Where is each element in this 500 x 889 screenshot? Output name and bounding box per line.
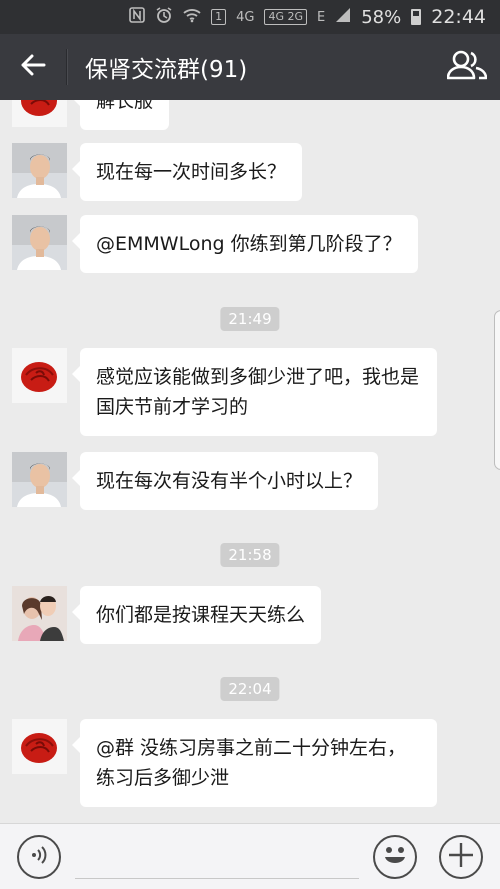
message-row: @群 没练习房事之前二十分钟左右，练习后多御少泄 — [12, 719, 437, 807]
battery-percent: 58% — [361, 6, 402, 28]
group-members-button[interactable] — [434, 34, 500, 100]
message-bubble[interactable]: 现在每一次时间多长？ — [71, 143, 303, 201]
nfc-icon — [129, 7, 145, 27]
message-text: 现在每次有没有半个小时以上？ — [96, 470, 363, 492]
message-text: 你们都是按课程天天练么 — [96, 604, 306, 626]
group-members-icon — [446, 50, 488, 84]
notification-1-icon: 1 — [211, 9, 227, 25]
message-row: 你们都是按课程天天练么 — [12, 586, 322, 644]
message-text: @EMMWLong 你练到第几阶段了？ — [96, 233, 402, 255]
input-bar — [0, 823, 500, 889]
header-divider — [66, 49, 67, 85]
scroll-handle[interactable] — [494, 310, 500, 470]
voice-icon — [28, 844, 50, 870]
message-text: @群 没练习房事之前二十分钟左右，练习后多御少泄 — [96, 737, 407, 789]
message-bubble[interactable]: @群 没练习房事之前二十分钟左右，练习后多御少泄 — [72, 719, 437, 807]
emoji-button[interactable] — [373, 834, 417, 879]
message-row: 感觉应该能做到多御少泄了吧，我也是国庆节前才学习的 — [12, 348, 437, 436]
message-text: 感觉应该能做到多御少泄了吧，我也是国庆节前才学习的 — [96, 366, 420, 418]
battery-icon — [411, 9, 422, 25]
4g-icon: 4G — [236, 9, 255, 25]
message-bubble[interactable]: @EMMWLong 你练到第几阶段了？ — [72, 215, 418, 273]
arrow-left-icon — [20, 54, 46, 80]
message-bubble[interactable]: 现在每次有没有半个小时以上？ — [71, 452, 379, 510]
plus-button[interactable] — [439, 834, 483, 879]
message-text: 解长服 — [96, 100, 154, 112]
page-title: 保肾交流群(91) — [85, 57, 248, 83]
message-row: @EMMWLong 你练到第几阶段了？ — [12, 215, 418, 273]
message-input[interactable] — [75, 834, 359, 879]
timestamp-label: 21:58 — [220, 543, 280, 567]
message-bubble[interactable]: 解长服 — [71, 100, 170, 130]
message-row: 现在每一次时间多长？ — [12, 143, 303, 201]
young-man-avatar[interactable] — [12, 452, 67, 507]
rose-avatar[interactable] — [12, 348, 67, 403]
voice-button[interactable] — [17, 834, 61, 879]
e-icon: E — [317, 9, 326, 25]
rose-avatar[interactable] — [12, 100, 67, 127]
4g-2g-icon: 4G 2G — [264, 9, 307, 25]
rose-avatar[interactable] — [12, 719, 67, 774]
message-row: 现在每次有没有半个小时以上？ — [12, 452, 379, 510]
wifi-icon — [183, 7, 201, 27]
message-bubble[interactable]: 感觉应该能做到多御少泄了吧，我也是国庆节前才学习的 — [72, 348, 437, 436]
back-button[interactable] — [0, 34, 66, 100]
timestamp-label: 21:49 — [220, 307, 280, 331]
app-bar: 保肾交流群(91) — [0, 34, 500, 100]
emoji-icon — [375, 835, 415, 879]
status-bar: 1 4G 4G 2G E 58% 22:44 — [0, 0, 500, 34]
chat-area[interactable]: 解长服 现在每一次时间多长？ @EMMWLong 你练到第几阶段了？ 21:49… — [0, 100, 500, 823]
couple-avatar[interactable] — [12, 586, 67, 641]
young-man-avatar[interactable] — [12, 215, 67, 270]
message-row: 解长服 — [12, 100, 170, 130]
message-text: 现在每一次时间多长？ — [96, 161, 287, 183]
plus-icon — [448, 842, 474, 872]
alarm-icon — [155, 6, 173, 28]
message-bubble[interactable]: 你们都是按课程天天练么 — [71, 586, 322, 644]
young-man-avatar[interactable] — [12, 143, 67, 198]
timestamp-label: 22:04 — [220, 677, 280, 701]
signal-icon — [335, 7, 351, 27]
clock: 22:44 — [431, 6, 486, 28]
